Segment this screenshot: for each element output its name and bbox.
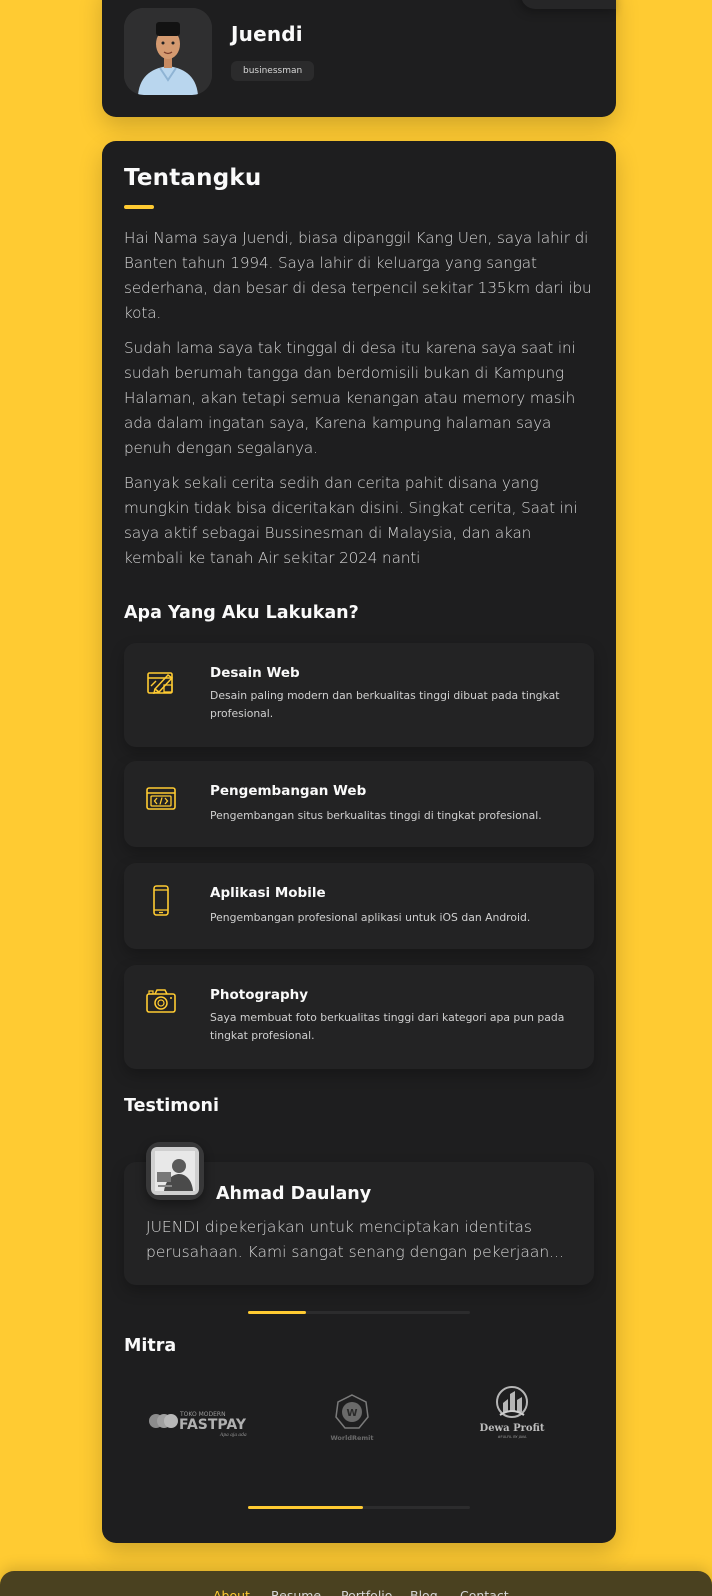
- testimonials-scroll-thumb[interactable]: [248, 1311, 306, 1314]
- services-title: Apa Yang Aku Lakukan?: [124, 603, 359, 623]
- worldremit-mark: W: [346, 1408, 357, 1419]
- role-badge: businessman: [231, 61, 315, 81]
- about-header: Tentangku: [124, 165, 594, 209]
- dewa-profit-logo: Dewa Profit #FULFIL BY JAVA: [480, 1386, 545, 1439]
- service-title: Desain Web: [210, 665, 300, 681]
- partner-dewa-profit[interactable]: Dewa Profit #FULFIL BY JAVA: [476, 1385, 548, 1447]
- about-paragraph: Hai Nama saya Juendi, biasa dipanggil Ka…: [124, 229, 592, 322]
- profile-photo-icon: [124, 8, 212, 95]
- service-title: Aplikasi Mobile: [210, 885, 326, 901]
- nav-link-portfolio[interactable]: Portfolio: [341, 1588, 392, 1596]
- partner-fastpay[interactable]: TOKO MODERN FASTPAY Apa aja ada: [146, 1403, 248, 1443]
- testimonial-name: Ahmad Daulany: [216, 1184, 372, 1204]
- code-icon: [146, 787, 176, 810]
- title-underline: [124, 205, 154, 209]
- testimonial-photo-icon: [151, 1147, 199, 1195]
- show-contacts-button[interactable]: Show Contacts: [521, 0, 616, 9]
- testimonials-scrollbar[interactable]: [248, 1311, 470, 1314]
- partners-scroll-thumb[interactable]: [248, 1506, 364, 1509]
- service-item-desain-web: Desain Web Desain paling modern dan berk…: [124, 643, 594, 747]
- profile-card: Juendi businessman Show Contacts: [102, 0, 616, 117]
- nav-link-about[interactable]: About: [213, 1588, 250, 1596]
- fastpay-line3: Apa aja ada: [219, 1432, 247, 1438]
- worldremit-logo: W WorldRemit: [330, 1394, 374, 1442]
- nav-link-contact[interactable]: Contact: [460, 1588, 509, 1596]
- page-title: Tentangku: [124, 165, 262, 191]
- profile-name: Juendi: [231, 22, 303, 46]
- testimonial-avatar: [146, 1142, 204, 1200]
- service-text: Desain paling modern dan berkualitas tin…: [210, 689, 560, 720]
- dewa-profit-name: Dewa Profit: [480, 1423, 545, 1434]
- partner-worldremit[interactable]: W WorldRemit: [322, 1393, 382, 1447]
- service-text: Pengembangan profesional aplikasi untuk …: [210, 911, 531, 924]
- nav-link-resume[interactable]: Resume: [271, 1588, 321, 1596]
- camera-icon: [146, 989, 176, 1013]
- avatar: [124, 8, 212, 95]
- about-article: Tentangku Hai Nama saya Juendi, biasa di…: [102, 141, 616, 1543]
- service-item-pengembangan-web: Pengembangan Web Pengembangan situs berk…: [124, 761, 594, 847]
- service-item-aplikasi-mobile: Aplikasi Mobile Pengembangan profesional…: [124, 863, 594, 949]
- partners-scrollbar[interactable]: [248, 1506, 470, 1509]
- worldremit-name: WorldRemit: [330, 1434, 373, 1442]
- service-title: Pengembangan Web: [210, 783, 367, 799]
- nav-link-blog[interactable]: Blog: [410, 1588, 438, 1596]
- service-text: Pengembangan situs berkualitas tinggi di…: [210, 809, 542, 822]
- fastpay-logo: TOKO MODERN FASTPAY Apa aja ada: [149, 1411, 247, 1438]
- design-icon: [147, 672, 174, 694]
- dewa-profit-tagline: #FULFIL BY JAVA: [498, 1435, 527, 1439]
- partners-title: Mitra: [124, 1336, 177, 1356]
- mobile-icon: [153, 885, 169, 916]
- testimonial-text: JUENDI dipekerjakan untuk menciptakan id…: [146, 1218, 564, 1261]
- bottom-navbar: About Resume Portfolio Blog Contact: [0, 1571, 712, 1596]
- service-title: Photography: [210, 987, 309, 1003]
- about-paragraph: Banyak sekali cerita sedih dan cerita pa…: [124, 474, 578, 567]
- testimonial-item[interactable]: Ahmad Daulany JUENDI dipekerjakan untuk …: [124, 1142, 594, 1285]
- fastpay-line2: FASTPAY: [179, 1417, 247, 1433]
- service-item-photography: Photography Saya membuat foto berkualita…: [124, 965, 594, 1069]
- about-paragraph: Sudah lama saya tak tinggal di desa itu …: [124, 339, 576, 457]
- testimonials-title: Testimoni: [124, 1096, 219, 1116]
- service-text: Saya membuat foto berkualitas tinggi dar…: [210, 1011, 565, 1042]
- about-text: Hai Nama saya Juendi, biasa dipanggil Ka…: [124, 226, 594, 581]
